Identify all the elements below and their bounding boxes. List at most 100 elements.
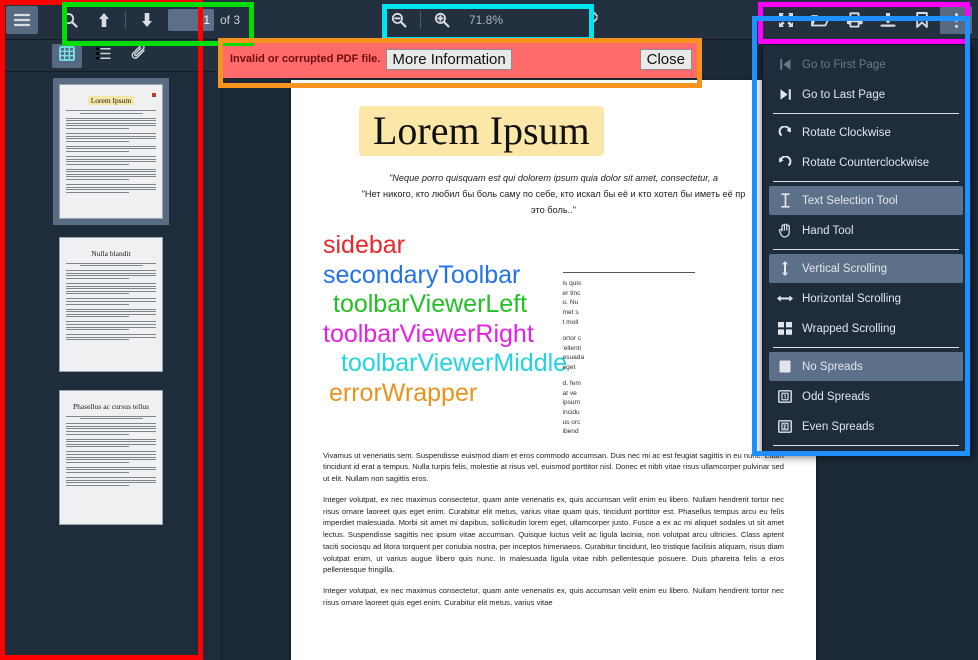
menu-label: Go to Last Page — [802, 88, 886, 101]
toolbar-viewer-right — [769, 0, 978, 40]
bookmark-button[interactable] — [906, 6, 938, 34]
menu-label: No Spreads — [802, 360, 863, 373]
menu-item-rotate-counterclockwise[interactable]: Rotate Counterclockwise — [769, 148, 963, 177]
outline-icon — [95, 46, 111, 66]
thumbnails-icon — [59, 45, 75, 66]
rotate-ccw-icon — [777, 155, 793, 170]
arrow-up-icon — [97, 12, 111, 28]
hamburger-icon — [14, 13, 30, 27]
download-icon — [880, 12, 896, 28]
menu-item-go-to-first-page[interactable]: Go to First Page — [769, 50, 963, 79]
printer-icon — [846, 12, 863, 28]
print-button[interactable] — [838, 6, 870, 34]
menu-item-even-spreads[interactable]: Even Spreads — [769, 412, 963, 441]
folder-open-icon — [811, 13, 829, 28]
thumbnail-page-2[interactable]: Nulla blandit — [0, 237, 221, 372]
vertical-scroll-icon — [777, 261, 793, 276]
menu-item-text-selection-tool[interactable]: Text Selection Tool — [769, 186, 963, 215]
menu-separator — [773, 249, 959, 250]
thumbnail-title-1: Lorem Ipsum — [66, 90, 156, 108]
document-quote-russian: "Нет никого, кто любил бы боль саму по с… — [361, 188, 746, 199]
menu-item-no-spreads[interactable]: No Spreads — [769, 352, 963, 381]
menu-label: Go to First Page — [802, 58, 886, 71]
page-count-label: of 3 — [220, 13, 241, 27]
menu-label: Horizontal Scrolling — [802, 292, 902, 305]
menu-item-rotate-clockwise[interactable]: Rotate Clockwise — [769, 118, 963, 147]
document-column-right: is quis er tinc o. Nu met st moll ortor c'e… — [562, 272, 785, 443]
menu-separator — [773, 113, 959, 114]
menu-scrollbar-thumb[interactable] — [965, 51, 970, 411]
menu-item-hand-tool[interactable]: Hand Tool — [769, 216, 963, 245]
zoom-out-button[interactable] — [383, 6, 415, 34]
thumbnail-title-2: Nulla blandit — [91, 249, 131, 258]
column-fragment-block-2: ortor c'ellenti esuada eget — [562, 335, 585, 371]
menu-label: Wrapped Scrolling — [802, 322, 896, 335]
pdf-page-1: Lorem Ipsum "Neque porro quisquam est qu… — [291, 80, 816, 660]
pdf-viewer-app: of 3 71.8% — [0, 0, 978, 660]
wrapped-scroll-icon — [777, 322, 793, 335]
thumbnail-page-3[interactable]: Phasellus ac cursus tellus — [0, 390, 221, 525]
sidebar-toggle-button[interactable] — [6, 6, 38, 34]
menu-item-vertical-scrolling[interactable]: Vertical Scrolling — [769, 254, 963, 283]
menu-label: Hand Tool — [802, 224, 854, 237]
secondary-toolbar[interactable]: Go to First Page Go to Last Page Rotate … — [762, 44, 972, 454]
document-columns: is quis er tinc o. Nu met st moll ortor c'e… — [323, 272, 784, 443]
document-quote-russian-2: это боль.." — [531, 204, 576, 215]
thumbnail-list[interactable]: Lorem Ipsum Nulla blandit Phasellus ac c… — [0, 72, 221, 660]
first-page-icon — [777, 58, 793, 71]
download-button[interactable] — [872, 6, 904, 34]
spinner-icon — [589, 10, 599, 24]
sidebar: Lorem Ipsum Nulla blandit Phasellus ac c… — [0, 40, 222, 660]
more-information-button[interactable]: More Information — [386, 48, 512, 70]
document-body: Vivamus ut venenatis sem. Suspendisse eu… — [323, 450, 784, 609]
zoom-divider — [420, 11, 421, 29]
bookmark-icon — [915, 12, 929, 28]
sidebar-tab-thumbnails[interactable] — [52, 43, 82, 68]
find-button[interactable] — [54, 6, 86, 34]
presentation-mode-icon — [778, 12, 794, 28]
menu-item-odd-spreads[interactable]: Odd Spreads — [769, 382, 963, 411]
secondary-toolbar-items: Go to First Page Go to Last Page Rotate … — [767, 49, 971, 449]
error-close-button[interactable]: Close — [639, 48, 692, 70]
sidebar-tab-outline[interactable] — [88, 44, 118, 68]
open-file-button[interactable] — [804, 6, 836, 34]
zoom-select[interactable]: 71.8% — [459, 8, 607, 32]
previous-page-button[interactable] — [88, 6, 120, 34]
document-quote-latin: "Neque porro quisquam est qui dolorem ip… — [388, 173, 719, 183]
page-number-group: of 3 — [168, 9, 240, 31]
document-paragraph-2: Integer volutpat, ex nec maximus consect… — [323, 494, 784, 575]
label-sidebar: sidebar — [323, 231, 405, 260]
menu-label: Odd Spreads — [802, 390, 870, 403]
sidebar-tab-attachments[interactable] — [124, 44, 154, 68]
menu-item-horizontal-scrolling[interactable]: Horizontal Scrolling — [769, 284, 963, 313]
text-cursor-icon — [777, 193, 793, 208]
menu-separator — [773, 445, 959, 446]
toolbar-viewer-middle: 71.8% — [382, 0, 607, 40]
kebab-menu-icon — [954, 12, 959, 29]
menu-label: Even Spreads — [802, 420, 875, 433]
menu-label: Rotate Counterclockwise — [802, 156, 930, 169]
more-tools-button[interactable] — [940, 6, 972, 34]
zoom-in-button[interactable] — [426, 6, 458, 34]
menu-item-wrapped-scrolling[interactable]: Wrapped Scrolling — [769, 314, 963, 343]
odd-spreads-icon — [777, 390, 793, 403]
last-page-icon — [777, 88, 793, 101]
page-number-input[interactable] — [168, 9, 214, 31]
paperclip-icon — [131, 44, 147, 66]
document-title: Lorem Ipsum — [359, 106, 604, 156]
menu-label: Rotate Clockwise — [802, 126, 891, 139]
rotate-cw-icon — [777, 125, 793, 140]
toolbar-viewer-left: of 3 — [0, 0, 240, 40]
error-message: Invalid or corrupted PDF file. — [230, 53, 381, 65]
document-column-left — [323, 424, 545, 443]
horizontal-scroll-icon — [777, 293, 793, 304]
menu-item-go-to-last-page[interactable]: Go to Last Page — [769, 80, 963, 109]
next-page-button[interactable] — [131, 6, 163, 34]
thumbnail-page-1[interactable]: Lorem Ipsum — [0, 78, 221, 225]
menu-label: Vertical Scrolling — [802, 262, 888, 275]
presentation-mode-button[interactable] — [770, 6, 802, 34]
menu-separator — [773, 347, 959, 348]
toolbar-divider — [125, 11, 126, 29]
document-paragraph-3: Integer volutpat, ex nec maximus consect… — [323, 586, 784, 608]
zoom-out-icon — [391, 12, 407, 28]
